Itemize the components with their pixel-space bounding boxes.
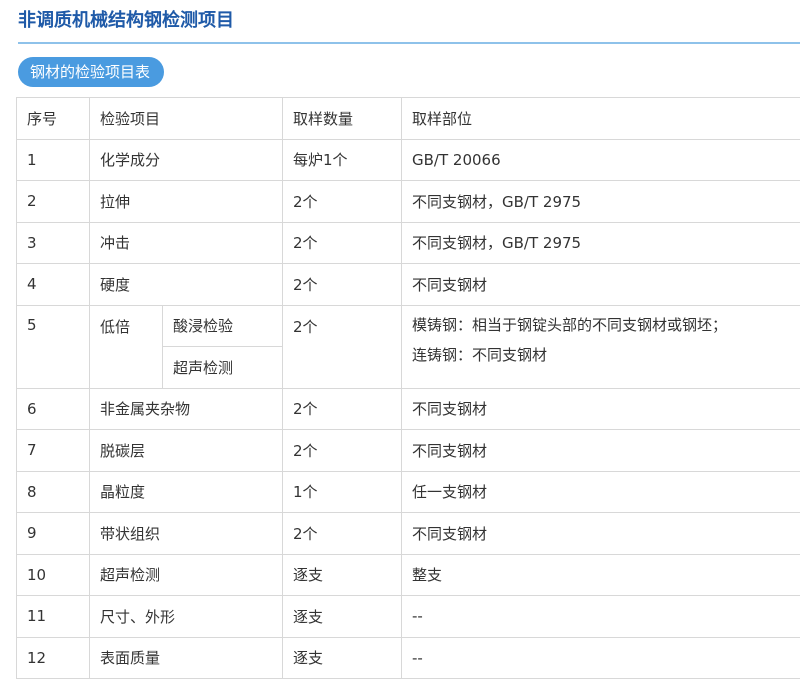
section-badge: 钢材的检验项目表 xyxy=(18,57,165,87)
cell-location: 整支 xyxy=(401,553,800,596)
cell-location: 不同支钢材 xyxy=(401,263,800,306)
cell-no: 11 xyxy=(16,595,90,638)
cell-no: 4 xyxy=(16,263,90,306)
header-item: 检验项目 xyxy=(88,97,284,140)
cell-location: 任一支钢材 xyxy=(401,470,800,513)
table-row: 10 超声检测 逐支 整支 xyxy=(16,553,800,596)
table-row: 5 低倍 酸浸检验 2个 模铸钢：相当于钢锭头部的不同支钢材或钢坯； 连铸钢：不同支钢材 xyxy=(16,304,800,389)
cell-item: 低倍 xyxy=(89,304,163,389)
cell-item: 晶粒度 xyxy=(88,470,284,513)
header-qty: 取样数量 xyxy=(282,97,403,140)
cell-qty: 2个 xyxy=(282,180,403,223)
cell-item: 表面质量 xyxy=(88,636,284,679)
table-header-row: 序号 检验项目 取样数量 取样部位 xyxy=(16,97,800,140)
table-row: 4 硬度 2个 不同支钢材 xyxy=(16,263,800,306)
cell-qty: 2个 xyxy=(282,263,403,306)
location-line: 模铸钢：相当于钢锭头部的不同支钢材或钢坯； xyxy=(412,315,728,334)
cell-item: 硬度 xyxy=(88,263,284,306)
cell-no: 6 xyxy=(16,387,90,430)
cell-subitem: 酸浸检验 xyxy=(161,304,284,347)
cell-no: 5 xyxy=(16,304,90,389)
cell-no: 2 xyxy=(16,180,90,223)
table-row: 7 脱碳层 2个 不同支钢材 xyxy=(16,429,800,472)
location-line: 连铸钢：不同支钢材 xyxy=(412,345,548,364)
cell-qty: 1个 xyxy=(282,470,403,513)
cell-item: 脱碳层 xyxy=(88,429,284,472)
cell-no: 7 xyxy=(16,429,90,472)
cell-qty: 逐支 xyxy=(282,553,403,596)
cell-location: 模铸钢：相当于钢锭头部的不同支钢材或钢坯； 连铸钢：不同支钢材 xyxy=(401,304,800,389)
cell-location: 不同支钢材，GB/T 2975 xyxy=(401,180,800,223)
table-row: 3 冲击 2个 不同支钢材，GB/T 2975 xyxy=(16,221,800,264)
cell-location: -- xyxy=(401,595,800,638)
cell-location: 不同支钢材 xyxy=(401,512,800,555)
cell-qty: 2个 xyxy=(282,429,403,472)
cell-qty: 每炉1个 xyxy=(282,138,403,181)
cell-qty: 2个 xyxy=(282,387,403,430)
cell-item: 化学成分 xyxy=(88,138,284,181)
cell-item: 非金属夹杂物 xyxy=(88,387,284,430)
table-row: 8 晶粒度 1个 任一支钢材 xyxy=(16,470,800,513)
inspection-table-body: 序号 检验项目 取样数量 取样部位 1 化学成分 每炉1个 GB/T 20066 2 拉伸… xyxy=(16,97,800,679)
cell-no: 12 xyxy=(16,636,90,679)
table-row: 2 拉伸 2个 不同支钢材，GB/T 2975 xyxy=(16,180,800,223)
table-row: 1 化学成分 每炉1个 GB/T 20066 xyxy=(16,138,800,181)
cell-no: 9 xyxy=(16,512,90,555)
cell-location: 不同支钢材 xyxy=(401,387,800,430)
cell-item: 尺寸、外形 xyxy=(88,595,284,638)
cell-location: GB/T 20066 xyxy=(401,138,800,181)
table-row: 12 表面质量 逐支 -- xyxy=(16,636,800,679)
cell-no: 3 xyxy=(16,221,90,264)
cell-no: 10 xyxy=(16,553,90,596)
cell-item: 带状组织 xyxy=(88,512,284,555)
cell-location: 不同支钢材 xyxy=(401,429,800,472)
cell-item: 冲击 xyxy=(88,221,284,264)
cell-subitem: 超声检测 xyxy=(161,346,284,389)
table-row: 6 非金属夹杂物 2个 不同支钢材 xyxy=(16,387,800,430)
cell-item: 超声检测 xyxy=(88,553,284,596)
title-divider xyxy=(18,42,800,44)
cell-qty: 逐支 xyxy=(282,636,403,679)
cell-no: 8 xyxy=(16,470,90,513)
page-title: 非调质机械结构钢检测项目 xyxy=(18,10,234,31)
header-no: 序号 xyxy=(16,97,90,140)
header-location: 取样部位 xyxy=(401,97,800,140)
cell-qty: 2个 xyxy=(282,304,403,389)
cell-qty: 2个 xyxy=(282,221,403,264)
cell-location: -- xyxy=(401,636,800,679)
inspection-table: 序号 检验项目 取样数量 取样部位 1 化学成分 每炉1个 GB/T 20066 2 拉伸… xyxy=(16,97,800,679)
cell-item: 拉伸 xyxy=(88,180,284,223)
cell-qty: 逐支 xyxy=(282,595,403,638)
cell-qty: 2个 xyxy=(282,512,403,555)
cell-location: 不同支钢材，GB/T 2975 xyxy=(401,221,800,264)
table-row: 9 带状组织 2个 不同支钢材 xyxy=(16,512,800,555)
cell-no: 1 xyxy=(16,138,90,181)
table-row: 11 尺寸、外形 逐支 -- xyxy=(16,595,800,638)
